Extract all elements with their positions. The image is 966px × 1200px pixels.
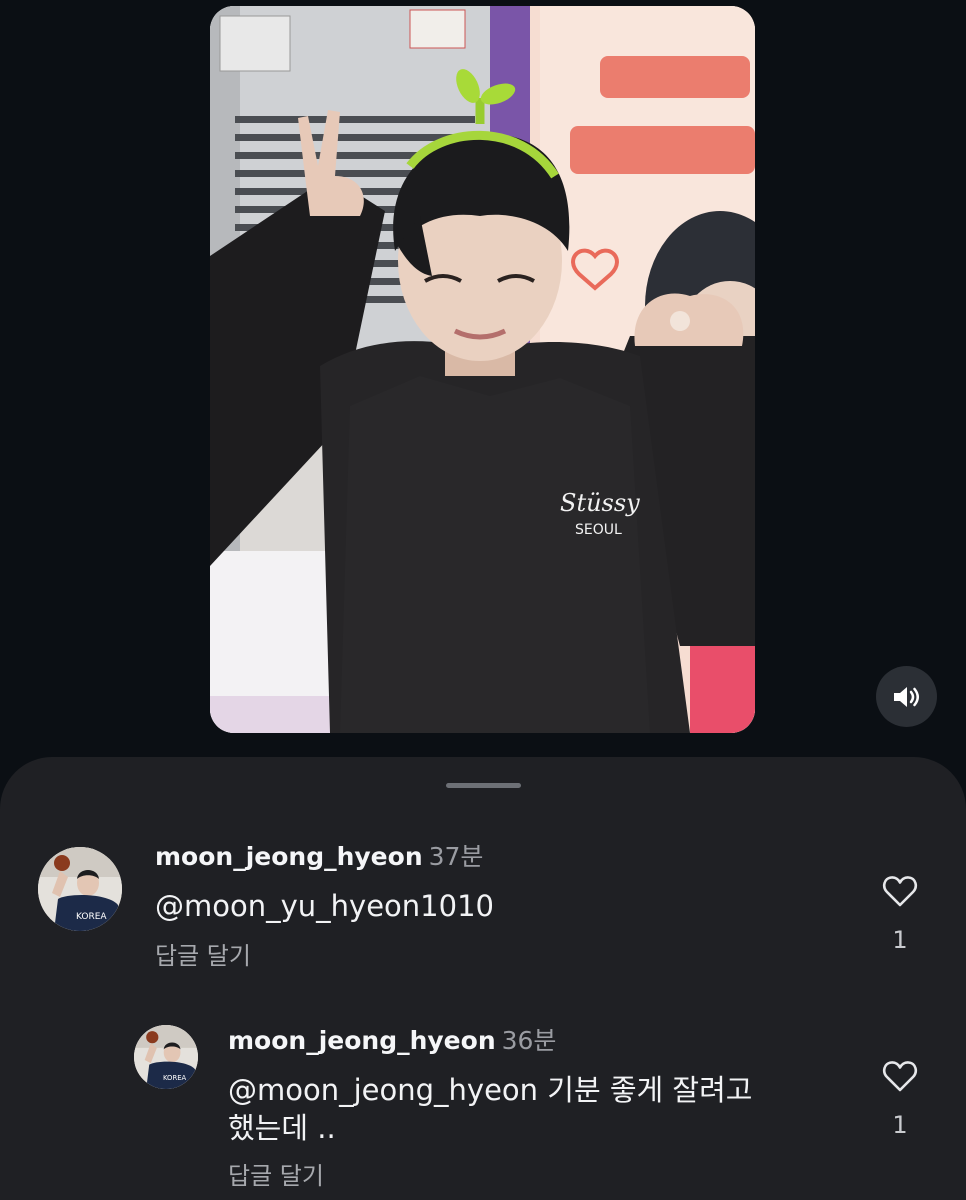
- comment-username[interactable]: moon_jeong_hyeon: [228, 1026, 496, 1055]
- comment-text-line2: 했는데 ..: [228, 1111, 336, 1145]
- reply-comment-item: KOREA moon_jeong_hyeon 36분 @moon_jeong_hy…: [0, 987, 966, 1200]
- comment-text: @moon_yu_hyeon1010: [155, 887, 494, 925]
- speaker-volume-icon: [893, 686, 919, 707]
- svg-text:SEOUL: SEOUL: [575, 522, 622, 538]
- svg-text:KOREA: KOREA: [76, 912, 107, 922]
- like-button[interactable]: [880, 1060, 920, 1096]
- comment-text: @moon_jeong_hyeon 기분 좋게 잘려고 했는데 ..: [228, 1071, 828, 1147]
- like-button[interactable]: [880, 875, 920, 911]
- like-count: 1: [892, 1111, 908, 1139]
- video-frame-image: Stüssy SEOUL: [210, 6, 755, 733]
- video-player[interactable]: Stüssy SEOUL: [210, 6, 755, 733]
- heart-icon: [882, 876, 918, 907]
- mention-at-symbol: @: [155, 889, 184, 923]
- sound-toggle-button[interactable]: [876, 666, 937, 727]
- avatar[interactable]: KOREA: [134, 1025, 198, 1089]
- avatar[interactable]: KOREA: [38, 847, 122, 931]
- like-count: 1: [892, 926, 908, 954]
- video-area: Stüssy SEOUL: [0, 0, 966, 760]
- reply-button[interactable]: 답글 달기: [228, 1161, 324, 1191]
- comment-text-line: @moon_jeong_hyeon 기분 좋게 잘려고: [228, 1071, 828, 1109]
- avatar-image: KOREA: [38, 847, 122, 931]
- mention-at-symbol: @: [228, 1073, 257, 1107]
- reply-button[interactable]: 답글 달기: [155, 941, 251, 971]
- svg-text:KOREA: KOREA: [163, 1074, 187, 1082]
- comment-text-line1: moon_jeong_hyeon 기분 좋게 잘려고: [257, 1073, 753, 1107]
- heart-icon: [882, 1061, 918, 1092]
- mention-link[interactable]: moon_yu_hyeon1010: [184, 889, 494, 923]
- comment-username[interactable]: moon_jeong_hyeon: [155, 842, 423, 871]
- comments-sheet: KOREA moon_jeong_hyeon 37분 @moon_yu_hyeon…: [0, 757, 966, 1200]
- comment-time: 37분: [428, 842, 484, 871]
- comment-time: 36분: [501, 1026, 557, 1055]
- svg-text:Stüssy: Stüssy: [560, 489, 640, 517]
- avatar-image: KOREA: [134, 1025, 198, 1089]
- comment-item: KOREA moon_jeong_hyeon 37분 @moon_yu_hyeon…: [0, 757, 966, 987]
